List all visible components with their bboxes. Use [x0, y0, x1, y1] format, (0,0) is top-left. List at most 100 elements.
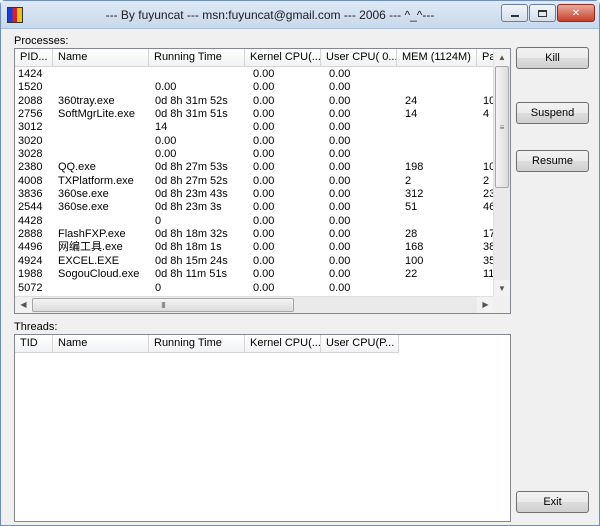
table-cell-kcpu: 0.00: [253, 94, 275, 107]
scroll-down-icon[interactable]: ▼: [494, 280, 510, 297]
title-bar[interactable]: --- By fuyuncat --- msn:fuyuncat@gmail.c…: [1, 1, 599, 29]
scroll-up-icon[interactable]: ▲: [494, 49, 510, 66]
table-row[interactable]: 4008 TXPlatform.exe 0d 8h 27m 52s 0.00 0.00 2…: [15, 175, 497, 188]
table-cell-pid: 5072: [18, 281, 43, 294]
table-cell-ucpu: 0.00: [329, 94, 351, 107]
resume-button[interactable]: Resume: [516, 150, 589, 172]
table-cell-kcpu: 0.00: [253, 134, 275, 147]
process-list[interactable]: PID... Name Running Time Kernel CPU(... User…: [14, 48, 511, 314]
table-row[interactable]: 2756 SoftMgrLite.exe 0d 8h 31m 51s 0.00 0.00…: [15, 108, 497, 121]
table-row[interactable]: 1424 0.00 0.00: [15, 68, 497, 81]
table-cell-time: 0d 8h 23m 3s: [155, 201, 222, 214]
table-cell-name: 360se.exe: [58, 188, 109, 201]
table-cell-pid: 3020: [18, 134, 43, 147]
table-cell-ucpu: 0.00: [329, 268, 351, 281]
table-cell-time: 0d 8h 27m 53s: [155, 161, 228, 174]
column-header[interactable]: PID...: [15, 49, 53, 67]
table-row[interactable]: 3028 0.00 0.00 0.00: [15, 148, 497, 161]
scroll-right-icon[interactable]: ▶: [477, 297, 494, 313]
process-list-header: PID... Name Running Time Kernel CPU(... User…: [15, 49, 497, 67]
exit-button[interactable]: Exit: [516, 491, 589, 513]
table-cell-mem: 22: [405, 268, 418, 281]
column-header[interactable]: Name: [53, 49, 149, 67]
table-cell-ucpu: 0.00: [329, 81, 351, 94]
table-cell-pid: 4924: [18, 254, 43, 267]
table-cell-mem: [397, 121, 477, 134]
process-vertical-scrollbar[interactable]: ▲ ≡ ▼: [493, 49, 510, 297]
table-cell-time: 0d 8h 23m 43s: [155, 188, 228, 201]
vertical-scroll-thumb[interactable]: ≡: [495, 66, 509, 188]
suspend-button[interactable]: Suspend: [516, 102, 589, 124]
table-cell-pid: 2888: [18, 228, 43, 241]
app-icon[interactable]: [7, 7, 23, 23]
column-header[interactable]: Name: [53, 335, 149, 353]
table-cell-name: [53, 81, 149, 94]
table-cell-kcpu: 0.00: [253, 148, 275, 161]
table-row[interactable]: 2544 360se.exe 0d 8h 23m 3s 0.00 0.00 51 46: [15, 201, 497, 214]
table-cell-ucpu: 0.00: [329, 214, 351, 227]
table-row[interactable]: 3836 360se.exe 0d 8h 23m 43s 0.00 0.00 312 23: [15, 188, 497, 201]
table-cell-name: [53, 215, 149, 228]
table-cell-mem: [397, 148, 477, 161]
table-cell-mem: 14: [405, 108, 418, 121]
table-cell-kcpu: 0.00: [253, 241, 275, 254]
table-cell-pid: 2756: [18, 108, 43, 121]
table-cell-time: 0d 8h 18m 32s: [155, 228, 228, 241]
scroll-left-icon[interactable]: ◀: [15, 297, 32, 313]
table-cell-ucpu: 0.00: [329, 174, 351, 187]
column-header[interactable]: Kernel CPU(...: [245, 335, 321, 353]
table-cell-kcpu: 0.00: [253, 254, 275, 267]
horizontal-scroll-thumb[interactable]: III: [32, 298, 294, 312]
thread-list[interactable]: TID Name Running Time Kernel CPU(... User CP…: [14, 334, 511, 522]
table-cell-ucpu: 0.00: [329, 188, 351, 201]
table-row[interactable]: 1520 0.00 0.00 0.00: [15, 81, 497, 94]
table-row[interactable]: 2380 QQ.exe 0d 8h 27m 53s 0.00 0.00 198 10: [15, 161, 497, 174]
window-title: --- By fuyuncat --- msn:fuyuncat@gmail.c…: [105, 8, 435, 22]
table-cell-mem: 51: [405, 201, 418, 214]
table-cell-time: 0d 8h 31m 51s: [155, 108, 228, 121]
grip-icon: III: [161, 300, 166, 310]
table-row[interactable]: 4496 网编工具.exe 0d 8h 18m 1s 0.00 0.00 168 38: [15, 241, 497, 254]
column-header[interactable]: User CPU( 0...: [321, 49, 397, 67]
table-cell-kcpu: 0.00: [253, 268, 275, 281]
column-header[interactable]: Running Time: [149, 49, 245, 67]
column-header[interactable]: User CPU(P...: [321, 335, 399, 353]
table-cell-pid: 4008: [18, 174, 43, 187]
table-row[interactable]: 4428 0 0.00 0.00: [15, 215, 497, 228]
table-row[interactable]: 2888 FlashFXP.exe 0d 8h 18m 32s 0.00 0.00 28 1…: [15, 228, 497, 241]
table-cell-pid: 2544: [18, 201, 43, 214]
table-cell-mem: [397, 215, 477, 228]
table-cell-name: [53, 148, 149, 161]
table-cell-kcpu: 0.00: [253, 188, 275, 201]
table-cell-mem: [397, 81, 477, 94]
processes-label: Processes:: [14, 35, 69, 47]
table-cell-kcpu: 0.00: [253, 281, 275, 294]
table-row[interactable]: 2088 360tray.exe 0d 8h 31m 52s 0.00 0.00 24 10: [15, 95, 497, 108]
table-cell-mem: 312: [405, 188, 424, 201]
table-cell-name: TXPlatform.exe: [58, 174, 134, 187]
table-row[interactable]: 1988 SogouCloud.exe 0d 8h 11m 51s 0.00 0.00 2…: [15, 268, 497, 281]
threads-label: Threads:: [14, 321, 58, 333]
maximize-button[interactable]: [529, 4, 556, 22]
table-row[interactable]: 5072 0 0.00 0.00: [15, 282, 497, 295]
column-header[interactable]: Kernel CPU(...: [245, 49, 321, 67]
table-cell-ucpu: 0.00: [329, 148, 351, 161]
kill-button[interactable]: Kill: [516, 47, 589, 69]
table-cell-ucpu: 0.00: [329, 201, 351, 214]
table-cell-pid: 3028: [18, 148, 43, 161]
minimize-button[interactable]: [501, 4, 528, 22]
column-header[interactable]: TID: [15, 335, 53, 353]
table-row[interactable]: 4924 EXCEL.EXE 0d 8h 15m 24s 0.00 0.00 100 35: [15, 255, 497, 268]
table-cell-name: [53, 68, 149, 81]
table-cell-name: 360tray.exe: [58, 94, 115, 107]
table-row[interactable]: 3012 14 0.00 0.00: [15, 121, 497, 134]
process-horizontal-scrollbar[interactable]: ◀ III ▶: [15, 296, 494, 313]
table-row[interactable]: 3020 0.00 0.00 0.00: [15, 135, 497, 148]
column-header[interactable]: MEM (1124M): [397, 49, 477, 67]
table-cell-pid: 3012: [18, 121, 43, 134]
table-cell-mem: [397, 282, 477, 295]
close-button[interactable]: ✕: [557, 4, 595, 22]
column-header[interactable]: Running Time: [149, 335, 245, 353]
table-cell-ucpu: 0.00: [329, 228, 351, 241]
table-cell-ucpu: 0.00: [329, 241, 351, 254]
